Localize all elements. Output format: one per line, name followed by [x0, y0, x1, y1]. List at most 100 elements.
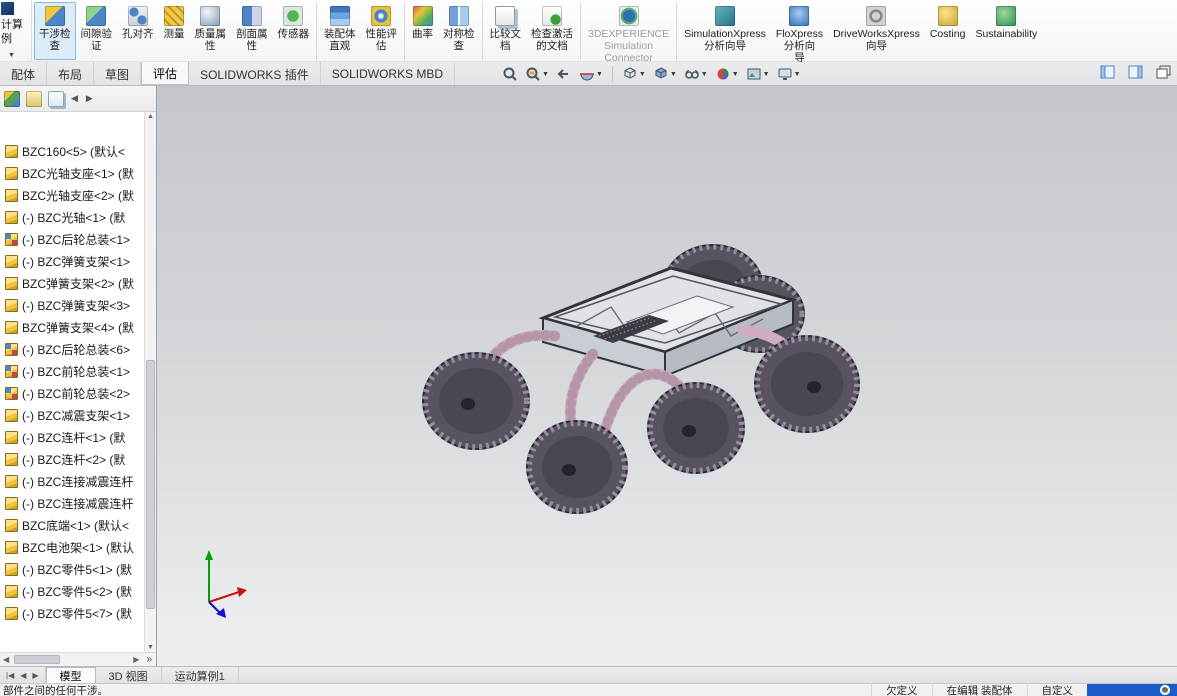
feature-tree-item[interactable]: (-) BZC连杆<1> (默	[0, 426, 144, 448]
graphics-viewport[interactable]	[157, 86, 1177, 666]
clipped-toolbar-button[interactable]: 计算 例 ▼	[0, 0, 32, 61]
scroll-right-icon[interactable]: ▶	[130, 655, 142, 664]
command-button[interactable]: DriveWorksXpress 向导	[828, 2, 925, 60]
feature-tree-item[interactable]: (-) BZC零件5<2> (默	[0, 580, 144, 602]
command-button[interactable]: 对称检 查	[438, 2, 480, 60]
scrollbar-thumb[interactable]	[146, 360, 155, 609]
document-tab[interactable]: 模型	[45, 667, 96, 683]
configurationmanager-icon[interactable]	[48, 90, 64, 107]
feature-tree-item-label: (-) BZC后轮总装<1>	[22, 232, 131, 247]
command-button[interactable]: Sustainability	[970, 2, 1042, 60]
panel-expand-icon[interactable]: »	[142, 654, 156, 665]
feature-tree-item[interactable]: BZC电池架<1> (默认	[0, 536, 144, 558]
command-button[interactable]: 曲率	[404, 2, 438, 60]
ribbon-tab[interactable]: 评估	[141, 62, 190, 85]
featuremanager-tree-icon[interactable]	[4, 90, 20, 107]
scroll-down-icon[interactable]: ▼	[147, 644, 154, 651]
feature-tree-item-label: (-) BZC连杆<2> (默	[22, 452, 126, 467]
feature-tree-item[interactable]: (-) BZC光轴<1> (默	[0, 206, 144, 228]
feature-tree-item[interactable]: BZC底端<1> (默认<	[0, 514, 144, 536]
command-button[interactable]: 比较文 档	[481, 2, 527, 60]
command-button-label: DriveWorksXpress 向导	[833, 28, 920, 52]
view-orientation-button[interactable]: ▼	[620, 65, 648, 83]
status-bar: 部件之间的任何干涉。 欠定义 在编辑 装配体 自定义	[0, 682, 1177, 696]
document-tab[interactable]: 运动算例1	[162, 667, 239, 683]
feature-tree-item[interactable]: (-) BZC零件5<1> (默	[0, 558, 144, 580]
feature-tree-item[interactable]: (-) BZC零件5<7> (默	[0, 602, 144, 624]
apply-scene-button[interactable]: ▼	[744, 65, 772, 83]
command-button[interactable]: 性能评 估	[361, 2, 403, 60]
scrollbar-thumb[interactable]	[14, 655, 61, 664]
tab-scroll-icon[interactable]: ◀	[18, 671, 28, 680]
command-button[interactable]: 孔对齐	[117, 2, 159, 60]
task-pane-left-icon[interactable]	[1100, 65, 1115, 79]
task-pane-right-icon[interactable]	[1128, 65, 1143, 79]
command-button[interactable]: 干涉检 查	[34, 2, 76, 60]
scroll-up-icon[interactable]: ▲	[147, 113, 154, 120]
part-icon	[5, 254, 18, 268]
ribbon-tab[interactable]: 配体	[0, 62, 48, 85]
feature-tree-item[interactable]: (-) BZC后轮总装<1>	[0, 228, 144, 250]
featuremanager-header: ◀ ▶	[0, 86, 156, 112]
panel-nav-right-icon[interactable]: ▶	[85, 93, 94, 104]
command-button[interactable]: SimulationXpress 分析向导	[676, 2, 771, 60]
hide-show-items-button[interactable]: ▼	[682, 65, 710, 83]
tab-scroll-icon[interactable]: ▶	[30, 671, 40, 680]
command-button[interactable]: 剖面属 性	[231, 2, 273, 60]
panel-nav-left-icon[interactable]: ◀	[70, 93, 79, 104]
display-style-button[interactable]: ▼	[651, 65, 679, 83]
previous-view-button[interactable]	[554, 65, 574, 83]
command-button-label: 剖面属 性	[236, 28, 268, 52]
propertymanager-icon[interactable]	[26, 90, 42, 107]
feature-tree-item[interactable]: (-) BZC弹簧支架<1>	[0, 250, 144, 272]
command-button[interactable]: 3DEXPERIENCE Simulation Connector	[580, 2, 674, 63]
feature-tree-item[interactable]: BZC光轴支座<2> (默	[0, 184, 144, 206]
assembly-3d-model[interactable]	[157, 86, 1177, 666]
command-button[interactable]: 装配体 直观	[316, 2, 361, 60]
tab-scroll-icon[interactable]: |◀	[4, 671, 16, 680]
feature-tree-item-label: (-) BZC后轮总装<6>	[22, 342, 131, 357]
feature-tree-item[interactable]: (-) BZC弹簧支架<3>	[0, 294, 144, 316]
view-settings-button[interactable]: ▼	[775, 65, 803, 83]
feature-tree-item[interactable]: (-) BZC前轮总装<1>	[0, 360, 144, 382]
zoom-fit-button[interactable]	[500, 65, 520, 83]
feature-tree-item[interactable]: BZC弹簧支架<2> (默	[0, 272, 144, 294]
tree-horizontal-scrollbar[interactable]: ◀ ▶ »	[0, 652, 156, 666]
command-button[interactable]: 传感器	[273, 2, 315, 60]
ribbon-tab[interactable]: SOLIDWORKS MBD	[321, 62, 456, 85]
feature-tree-item[interactable]: BZC160<5> (默认<	[0, 140, 144, 162]
ribbon-tab[interactable]: 草图	[94, 62, 142, 85]
feature-tree-item-label: (-) BZC弹簧支架<3>	[22, 298, 131, 313]
feature-tree-item[interactable]: (-) BZC减震支架<1>	[0, 404, 144, 426]
section-view-button[interactable]: ▼	[577, 65, 605, 83]
command-button[interactable]: FloXpress 分析向 导	[771, 2, 828, 63]
feature-tree-item[interactable]: (-) BZC前轮总装<2>	[0, 382, 144, 404]
part-icon	[5, 474, 18, 488]
command-button[interactable]: 质量属 性	[190, 2, 232, 60]
tree-vertical-scrollbar[interactable]: ▲ ▼	[144, 112, 156, 652]
command-button[interactable]: 间隙验 证	[76, 2, 118, 60]
chevron-down-icon: ▼	[595, 70, 603, 78]
feature-tree-item[interactable]: (-) BZC后轮总装<6>	[0, 338, 144, 360]
ribbon-tab[interactable]: SOLIDWORKS 插件	[189, 62, 321, 85]
dropdown-caret-icon[interactable]: ▼	[8, 52, 15, 59]
chevron-down-icon: ▼	[731, 70, 739, 78]
scroll-left-icon[interactable]: ◀	[0, 655, 12, 664]
document-tab-label: 运动算例1	[174, 670, 225, 683]
command-button[interactable]: 测量	[159, 2, 190, 60]
command-button[interactable]: Costing	[925, 2, 971, 60]
ribbon-tab[interactable]: 布局	[47, 62, 95, 85]
tabrow-right-icons	[1100, 65, 1171, 79]
restore-window-icon[interactable]	[1156, 65, 1171, 79]
feature-tree-item[interactable]: (-) BZC连接减震连杆	[0, 492, 144, 514]
feature-tree-item[interactable]: BZC弹簧支架<4> (默	[0, 316, 144, 338]
feature-tree-item[interactable]: BZC光轴支座<1> (默	[0, 162, 144, 184]
scrollbar-track[interactable]	[12, 653, 130, 666]
zoom-area-button[interactable]: ▼	[523, 65, 551, 83]
feature-tree-item[interactable]: (-) BZC连接减震连杆	[0, 470, 144, 492]
edit-appearance-button[interactable]: ▼	[713, 65, 741, 83]
document-tab[interactable]: 3D 视图	[96, 667, 162, 683]
hide-show-items-icon	[684, 70, 699, 79]
command-button[interactable]: 检查激活 的文档	[526, 2, 578, 60]
feature-tree-item[interactable]: (-) BZC连杆<2> (默	[0, 448, 144, 470]
